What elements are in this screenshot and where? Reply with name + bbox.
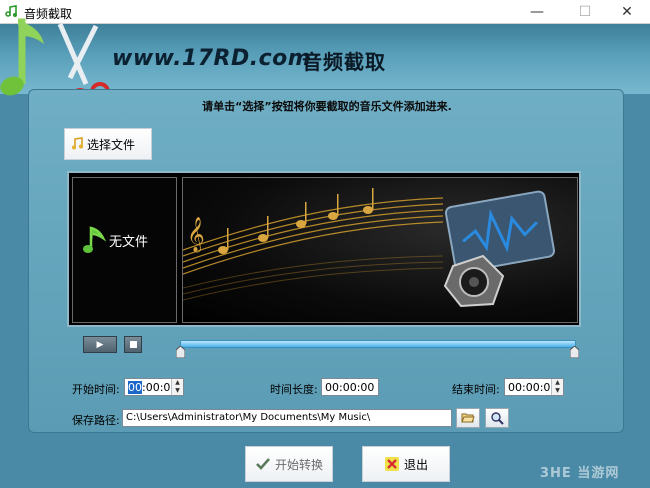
save-path-input[interactable]: C:\Users\Administrator\My Documents\My M… bbox=[122, 409, 452, 427]
music-note-icon bbox=[72, 137, 83, 150]
start-time-field[interactable]: 00:00:00 ▲ ▼ bbox=[124, 378, 184, 396]
site-logo-text: www.17RD.com bbox=[112, 46, 312, 71]
svg-text:𝄞: 𝄞 bbox=[187, 217, 205, 253]
select-file-button[interactable]: 选择文件 bbox=[64, 128, 152, 160]
browse-folder-button[interactable] bbox=[456, 408, 480, 428]
music-staff-artwork: 𝄞 bbox=[183, 188, 555, 308]
start-time-hour-segment[interactable]: 00 bbox=[128, 381, 142, 394]
folder-open-icon bbox=[461, 413, 475, 423]
stop-button[interactable] bbox=[124, 336, 142, 353]
music-note-icon bbox=[83, 226, 107, 253]
range-start-handle[interactable] bbox=[176, 346, 185, 358]
minimize-button[interactable]: — bbox=[514, 0, 560, 24]
duration-field[interactable]: 00:00:00 bbox=[321, 378, 379, 396]
checkmark-icon bbox=[256, 458, 270, 470]
save-path-label: 保存路径: bbox=[72, 414, 120, 427]
stop-icon bbox=[129, 341, 137, 348]
watermark: 3HE 当游网 bbox=[540, 466, 620, 481]
file-info-box: 无文件 bbox=[72, 177, 177, 323]
album-art-area: 𝄞 bbox=[182, 177, 578, 323]
app-name-heading: 音频截取 bbox=[302, 50, 386, 74]
exit-button[interactable]: 退出 bbox=[362, 446, 450, 482]
play-button[interactable]: ▶ bbox=[83, 336, 117, 353]
start-convert-label: 开始转换 bbox=[274, 457, 323, 472]
start-time-label: 开始时间: bbox=[72, 383, 120, 396]
maximize-button[interactable]: ☐ bbox=[562, 0, 608, 24]
duration-label: 时间长度: bbox=[270, 383, 318, 396]
close-x-icon bbox=[384, 457, 399, 471]
select-file-label: 选择文件 bbox=[87, 137, 136, 152]
end-time-field[interactable]: 00:00:00 ▲ ▼ bbox=[504, 378, 564, 396]
range-end-handle[interactable] bbox=[570, 346, 579, 358]
no-file-label: 无文件 bbox=[109, 235, 149, 250]
close-button[interactable]: ✕ bbox=[604, 0, 650, 24]
seek-slider[interactable] bbox=[180, 340, 576, 348]
open-folder-search-button[interactable] bbox=[485, 408, 509, 428]
start-time-spinner[interactable]: ▲ ▼ bbox=[171, 379, 183, 395]
play-icon: ▶ bbox=[96, 339, 104, 350]
exit-label: 退出 bbox=[403, 457, 428, 472]
media-display: 无文件 𝄞 bbox=[67, 171, 581, 327]
start-convert-button[interactable]: 开始转换 bbox=[245, 446, 333, 482]
search-icon bbox=[491, 412, 504, 425]
end-time-spinner[interactable]: ▲ ▼ bbox=[551, 379, 563, 395]
end-time-value: 00:00:00 bbox=[508, 381, 558, 394]
instruction-text: 请单击“选择”按钮将你要截取的音乐文件添加进来. bbox=[202, 100, 452, 113]
end-time-label: 结束时间: bbox=[452, 383, 500, 396]
